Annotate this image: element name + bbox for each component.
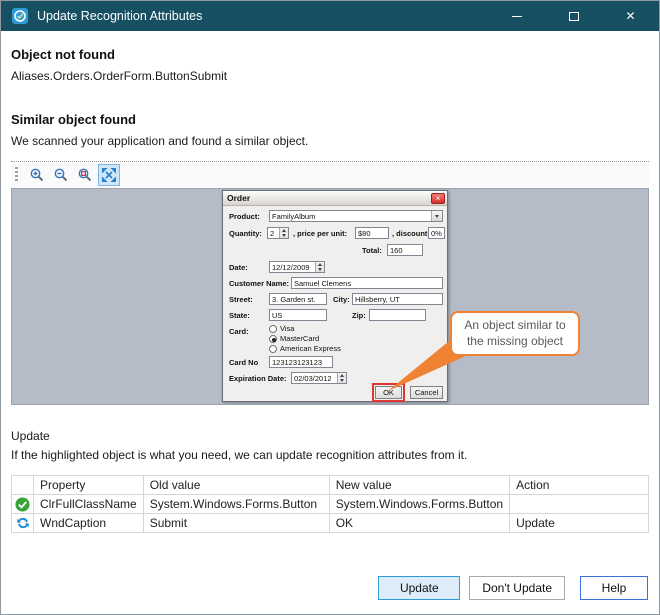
order-state-label: State: [229,310,250,322]
order-cardno-field [269,356,333,368]
preview-toolbar [11,161,649,188]
cell-old-value: System.Windows.Forms.Button [143,495,329,514]
order-customer-label: Customer Name: [229,278,289,290]
order-zip-label: Zip: [352,310,366,322]
order-date-label: Date: [229,262,248,274]
order-expiration-label: Expiration Date: [229,373,287,385]
maximize-button[interactable] [545,1,602,31]
missing-object-path: Aliases.Orders.OrderForm.ButtonSubmit [11,69,649,83]
dont-update-button[interactable]: Don't Update [469,576,565,600]
order-date-value [270,262,315,272]
similar-object-description: We scanned your application and found a … [11,134,649,148]
order-product-value [270,211,431,221]
radio-label: Visa [280,324,294,333]
zoom-selection-icon[interactable] [74,164,96,186]
update-section-title: Update [11,429,649,443]
close-icon: ✕ [625,10,635,22]
spinner-arrows-icon [315,262,324,272]
update-recognition-attributes-dialog: Update Recognition Attributes ✕ Object n… [0,0,660,615]
order-expiration-value [292,373,337,383]
cell-action [510,495,649,514]
help-button[interactable]: Help [580,576,648,600]
cell-property: WndCaption [34,514,144,533]
zoom-out-icon[interactable] [50,164,72,186]
titlebar: Update Recognition Attributes ✕ [1,1,659,31]
radio-icon [269,325,277,333]
order-customer-field [291,277,443,289]
order-quantity-spinner [267,227,289,239]
callout-text: An object similar to the missing object [464,318,565,348]
order-expiration-spinner [291,372,347,384]
cell-action: Update [510,514,649,533]
object-not-found-title: Object not found [11,47,649,62]
order-titlebar: Order × [223,191,447,206]
action-column-header: Action [510,476,649,495]
radio-label: American Express [280,344,341,353]
order-close-icon: × [431,193,445,204]
similar-object-title: Similar object found [11,112,649,127]
attributes-table: Property Old value New value Action [11,475,649,533]
order-product-label: Product: [229,211,260,223]
cell-old-value: Submit [143,514,329,533]
zoom-in-icon[interactable] [26,164,48,186]
order-total-field [387,244,423,256]
app-icon [11,7,29,25]
order-street-label: Street: [229,294,253,306]
fit-to-window-icon[interactable] [98,164,120,186]
order-zip-field [369,309,426,321]
maximize-icon [569,12,579,21]
toolbar-grip[interactable] [15,167,18,183]
order-city-field [352,293,443,305]
refresh-icon [16,516,30,530]
order-state-field [269,309,327,321]
order-discount-label: , discount: [392,228,430,240]
property-column-header: Property [34,476,144,495]
order-card-option-mastercard: MasterCard [269,334,319,343]
order-quantity-value [268,228,279,238]
old-value-column-header: Old value [143,476,329,495]
spinner-arrows-icon [279,228,288,238]
radio-icon [269,345,277,353]
table-row[interactable]: WndCaption Submit OK Update [12,514,649,533]
order-product-combo [269,210,443,222]
radio-label: MasterCard [280,334,319,343]
cell-property: ClrFullClassName [34,495,144,514]
minimize-button[interactable] [488,1,545,31]
spinner-arrows-icon [337,373,346,383]
order-price-label: , price per unit: [293,228,347,240]
order-card-label: Card: [229,326,249,338]
order-price-field [355,227,389,239]
order-card-option-amex: American Express [269,344,341,353]
window-controls: ✕ [488,1,659,31]
minimize-icon [512,16,522,17]
status-column-header [12,476,34,495]
order-cardno-label: Card No [229,357,258,369]
footer-buttons: Update Don't Update Help [378,576,648,600]
order-date-spinner [269,261,325,273]
check-icon [15,497,30,512]
order-quantity-label: Quantity: [229,228,262,240]
order-card-option-visa: Visa [269,324,294,333]
update-button[interactable]: Update [378,576,460,600]
dropdown-arrow-icon [431,211,442,221]
table-header-row: Property Old value New value Action [12,476,649,495]
close-button[interactable]: ✕ [602,1,659,31]
order-title: Order [227,193,431,203]
object-preview[interactable]: Order × Product: Quantity: , price per u… [11,188,649,405]
new-value-column-header: New value [329,476,509,495]
order-street-field [269,293,327,305]
callout-bubble: An object similar to the missing object [450,311,580,356]
update-section-description: If the highlighted object is what you ne… [11,448,649,462]
radio-selected-icon [269,335,277,343]
cell-new-value: OK [329,514,509,533]
order-discount-field [428,227,445,239]
order-city-label: City: [333,294,350,306]
window-title: Update Recognition Attributes [37,9,488,23]
table-row[interactable]: ClrFullClassName System.Windows.Forms.Bu… [12,495,649,514]
cell-new-value: System.Windows.Forms.Button [329,495,509,514]
order-total-label: Total: [362,245,382,257]
